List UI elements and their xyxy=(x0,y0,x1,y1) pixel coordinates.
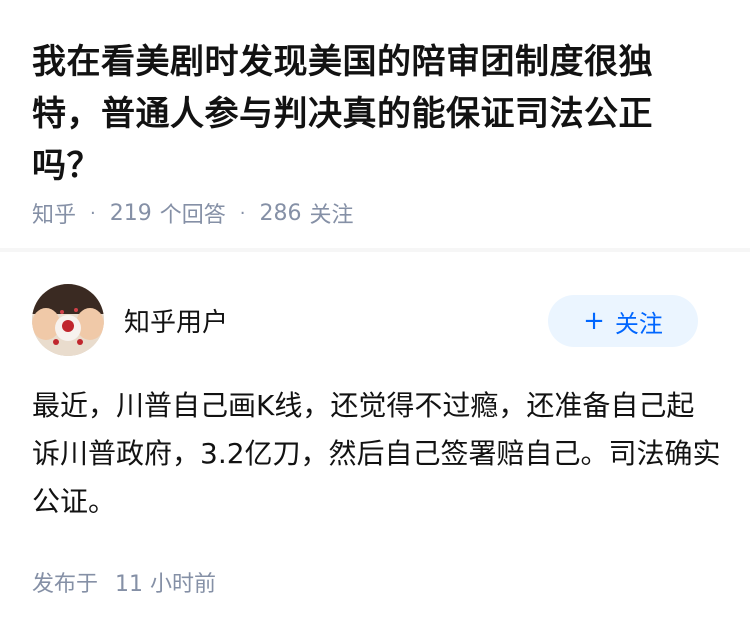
follow-count-label: 关注 xyxy=(309,203,354,228)
plus-icon: + xyxy=(583,306,605,336)
source-label[interactable]: 知乎 xyxy=(32,197,76,229)
answer-count: 219 xyxy=(109,200,152,226)
question-header: 我在看美剧时发现美国的陪审团制度很独特，普通人参与判决真的能保证司法公正吗？ 知… xyxy=(0,0,750,248)
separator-dot: · xyxy=(90,202,96,224)
publish-time-value: 11 小时前 xyxy=(115,572,217,597)
author-name[interactable]: 知乎用户 xyxy=(124,302,228,339)
separator-dot: · xyxy=(239,202,246,224)
follow-button-label: 关注 xyxy=(614,309,663,338)
publish-time: 发布于 11 小时前 xyxy=(32,566,216,598)
follow-button[interactable]: + 关注 xyxy=(548,295,698,347)
answer-count-label[interactable]: 个回答 xyxy=(160,197,226,229)
avatar-image xyxy=(32,284,104,356)
follow-count: 286 xyxy=(259,200,302,226)
question-title[interactable]: 我在看美剧时发现美国的陪审团制度很独特，普通人参与判决真的能保证司法公正吗？ xyxy=(32,36,712,192)
question-meta: 知乎 · 219 个回答 · 286 关注 xyxy=(32,197,354,229)
publish-label: 发布于 xyxy=(32,572,99,597)
avatar[interactable] xyxy=(32,284,104,356)
answer-content[interactable]: 最近，川普自己画K线，还觉得不过瘾，还准备自己起诉川普政府，3.2亿刀，然后自己… xyxy=(32,382,722,526)
answer-card: 知乎用户 + 关注 最近，川普自己画K线，还觉得不过瘾，还准备自己起诉川普政府，… xyxy=(0,252,750,630)
